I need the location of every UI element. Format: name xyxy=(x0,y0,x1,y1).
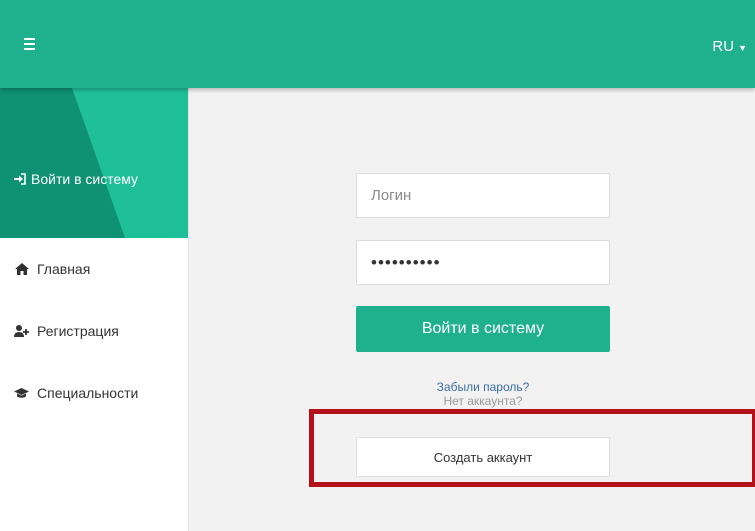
sidebar: Войти в систему Главная Регистрация Спец… xyxy=(0,88,189,531)
sidebar-item-home[interactable]: Главная xyxy=(0,238,188,300)
forgot-password-link[interactable]: Забыли пароль? xyxy=(356,380,610,394)
sidebar-item-label: Регистрация xyxy=(37,323,119,339)
top-bar: RU ▼ xyxy=(0,0,755,88)
login-input[interactable] xyxy=(356,173,610,218)
user-plus-icon xyxy=(14,325,29,337)
sidebar-item-label: Войти в систему xyxy=(31,171,139,187)
password-input[interactable] xyxy=(356,240,610,285)
no-account-text: Нет аккаунта? xyxy=(443,394,523,408)
create-account-button[interactable]: Создать аккаунт xyxy=(356,437,610,477)
sign-in-icon xyxy=(14,173,26,185)
home-icon xyxy=(14,263,29,275)
hamburger-menu-icon[interactable] xyxy=(24,38,35,50)
language-label: RU xyxy=(712,38,735,55)
sidebar-item-login[interactable]: Войти в систему xyxy=(0,88,188,238)
login-button[interactable]: Войти в систему xyxy=(356,306,610,352)
graduation-cap-icon xyxy=(14,387,29,399)
language-selector[interactable]: RU ▼ xyxy=(712,38,747,55)
login-form: Войти в систему Забыли пароль? Нет аккау… xyxy=(356,173,610,477)
sidebar-item-registration[interactable]: Регистрация xyxy=(0,300,188,362)
caret-down-icon: ▼ xyxy=(738,42,747,53)
sidebar-item-label: Специальности xyxy=(37,385,139,401)
sidebar-item-label: Главная xyxy=(37,261,91,277)
sidebar-item-specialties[interactable]: Специальности xyxy=(0,362,188,424)
